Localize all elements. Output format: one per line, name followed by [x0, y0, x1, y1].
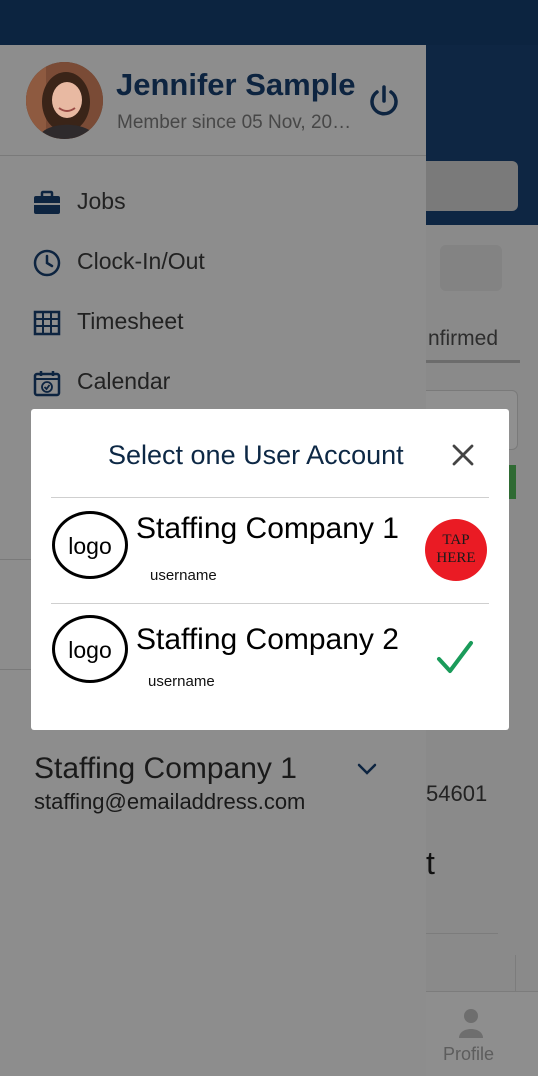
bottom-nav: Profile — [426, 991, 538, 1076]
section-heading: t — [426, 845, 435, 881]
menu-item-timesheet[interactable]: Timesheet — [0, 295, 426, 355]
user-name: Jennifer Sample — [116, 67, 356, 102]
menu-item-label: Clock-In/Out — [77, 248, 205, 274]
power-icon[interactable] — [366, 83, 402, 119]
company-logo: logo — [52, 615, 128, 683]
person-icon — [459, 1009, 483, 1038]
close-icon[interactable] — [451, 443, 475, 467]
drawer-header: Jennifer Sample Member since 05 Nov, 202… — [0, 45, 426, 156]
tap-here-badge[interactable]: TAP HERE — [425, 519, 487, 581]
menu-item-label: Timesheet — [77, 308, 184, 334]
current-company[interactable]: Staffing Company 1 — [34, 752, 297, 786]
company-logo: logo — [52, 511, 128, 579]
divider — [426, 933, 498, 934]
select-account-dialog: Select one User Account logo Staffing Co… — [31, 409, 509, 730]
status-indicator — [508, 465, 516, 499]
calendar-icon — [33, 371, 61, 397]
menu-item-label: Jobs — [77, 188, 126, 214]
clock-icon — [33, 249, 61, 277]
app-chip — [440, 245, 502, 291]
account-company-name: Staffing Company 1 — [136, 512, 399, 545]
logo-text: logo — [68, 533, 112, 559]
account-company-name: Staffing Company 2 — [136, 623, 399, 656]
nav-profile-label: Profile — [443, 1044, 495, 1064]
briefcase-icon — [34, 190, 60, 214]
here-label: HERE — [436, 550, 476, 566]
menu-item-label: Calendar — [77, 368, 171, 394]
user-photo — [26, 62, 103, 139]
table-icon — [33, 310, 61, 336]
app-search-box — [410, 161, 518, 211]
menu-item-calendar[interactable]: Calendar — [0, 355, 426, 415]
chevron-down-icon[interactable] — [356, 761, 378, 777]
company-email: staffing@emailaddress.com — [34, 789, 306, 814]
status-bar — [0, 0, 538, 45]
avatar[interactable] — [26, 62, 103, 139]
dialog-title: Select one User Account — [108, 440, 404, 470]
tap-label: TAP — [442, 532, 470, 548]
checkmark-icon — [437, 641, 473, 673]
account-username: username — [148, 673, 215, 690]
tab-underline — [426, 360, 520, 363]
menu-item-clock-in-out[interactable]: Clock-In/Out — [0, 235, 426, 295]
job-number: 54601 — [426, 781, 488, 806]
logo-text: logo — [68, 637, 112, 663]
member-since: Member since 05 Nov, 2020 — [117, 112, 353, 133]
account-username: username — [150, 567, 217, 584]
tab-confirmed: nfirmed — [428, 327, 499, 350]
menu-item-jobs[interactable]: Jobs — [0, 175, 426, 235]
